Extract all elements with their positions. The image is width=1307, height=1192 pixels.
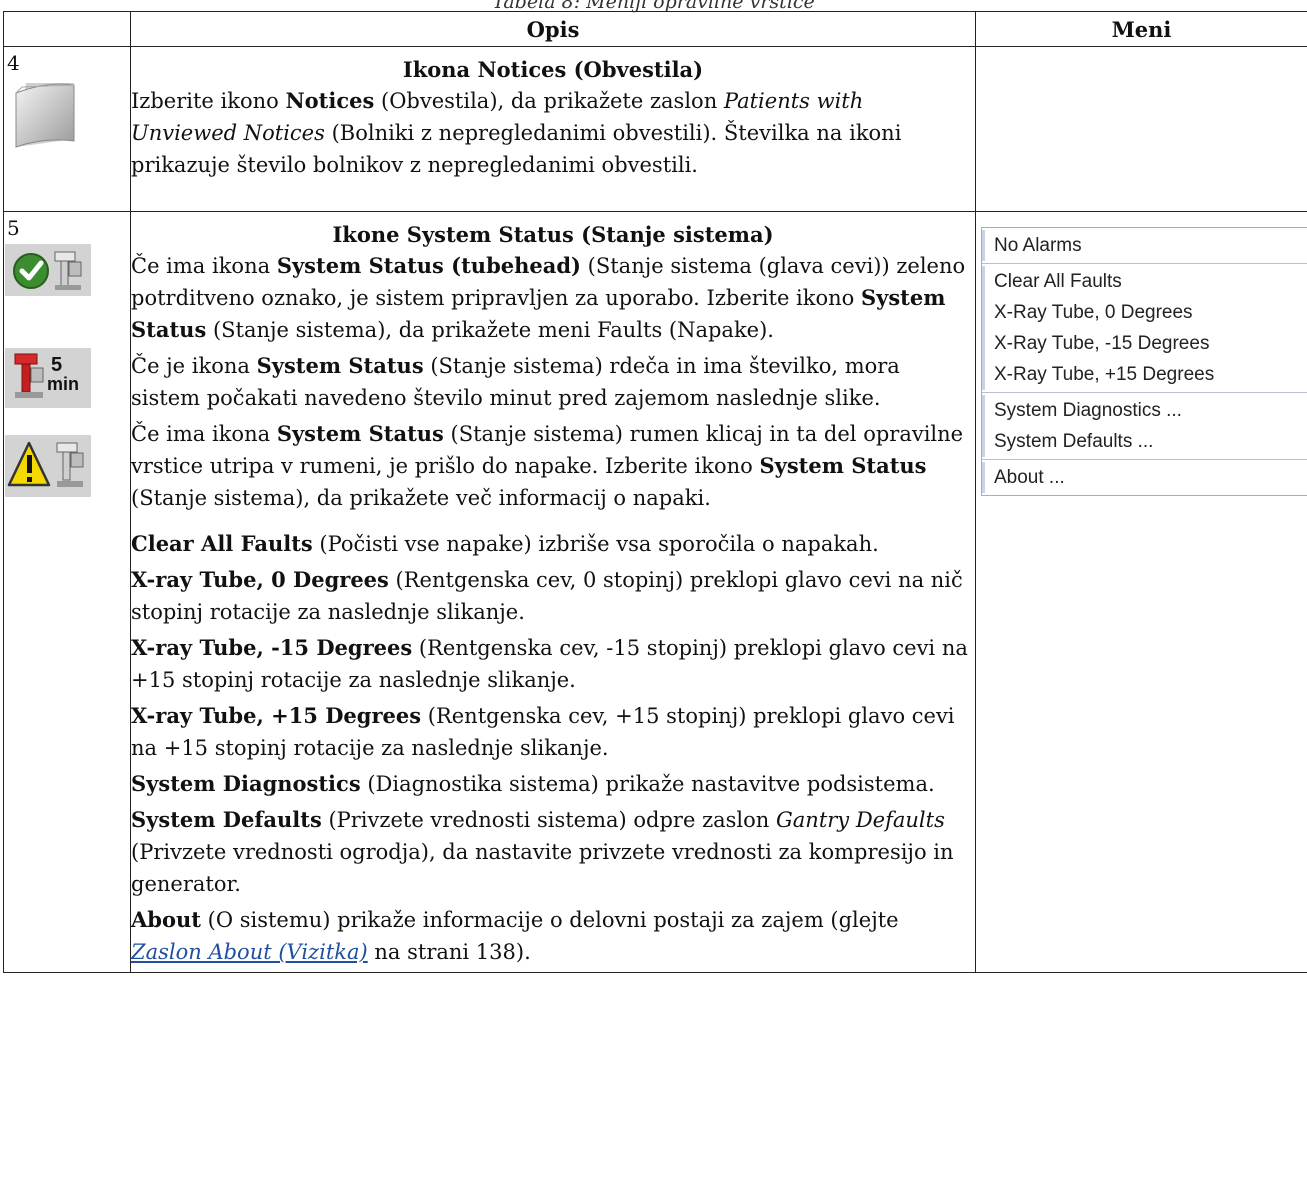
table-row-notices: 4 Ikona Notices (Obvestila) Izberite iko…: [3, 46, 1307, 212]
header-opis: Opis: [130, 11, 976, 47]
menu-item-no-alarms[interactable]: No Alarms: [982, 230, 1307, 261]
table-header-row: Opis Meni: [3, 11, 1307, 47]
row-number: 5: [7, 216, 20, 240]
faults-menu: No Alarms Clear All Faults X-Ray Tube, 0…: [981, 227, 1307, 496]
text-span: (Stanje sistema), da prikažete meni Faul…: [206, 318, 774, 342]
bold-label: System Status: [276, 421, 444, 446]
menu-item-about[interactable]: About ...: [982, 462, 1307, 493]
notices-text: Izberite ikono Notices (Obvestila), da p…: [131, 85, 975, 181]
text-span: na strani 138).: [367, 940, 531, 964]
menu-item-system-defaults[interactable]: System Defaults ...: [982, 426, 1307, 457]
status-ok-text: Če ima ikona System Status (tubehead) (S…: [131, 250, 975, 346]
text-span: Izberite ikono: [131, 89, 286, 113]
bold-label: Clear All Faults: [131, 531, 313, 556]
notices-title: Ikona Notices (Obvestila): [402, 57, 704, 82]
menu-item-xray-plus15[interactable]: X-Ray Tube, +15 Degrees: [982, 359, 1307, 390]
wait-badge-unit: min: [47, 374, 80, 394]
xray-minus15-text: X-ray Tube, -15 Degrees (Rentgenska cev,…: [131, 632, 975, 696]
menu-group-status: No Alarms: [982, 228, 1307, 264]
text-span: (Počisti vse napake) izbriše vsa sporoči…: [312, 532, 879, 556]
text-span: (Obvestila), da prikažete zaslon: [374, 89, 724, 113]
notices-notepad-icon: [15, 83, 75, 148]
menu-item-xray-minus15[interactable]: X-Ray Tube, -15 Degrees: [982, 328, 1307, 359]
bold-label: X-ray Tube, -15 Degrees: [131, 635, 413, 660]
bold-label: System Status (tubehead): [276, 253, 581, 278]
wait-icon-wrap: 5 min: [5, 348, 91, 408]
menu-group-tube: Clear All Faults X-Ray Tube, 0 Degrees X…: [982, 264, 1307, 393]
menu-item-system-diagnostics[interactable]: System Diagnostics ...: [982, 395, 1307, 426]
notices-menu-cell: [975, 46, 1307, 212]
bold-label: About: [131, 907, 201, 932]
system-status-title: Ikone System Status (Stanje sistema): [332, 222, 774, 247]
bold-label: System Status: [256, 353, 424, 378]
bold-label: System Status: [759, 453, 927, 478]
table-row-system-status: 5 5 min Ikone System Status (Stanje sist…: [3, 211, 1307, 973]
text-span: (O sistemu) prikaže informacije o delovn…: [200, 908, 899, 932]
notices-description: Ikona Notices (Obvestila) Izberite ikono…: [130, 46, 976, 212]
text-span: Če je ikona: [131, 354, 257, 378]
system-status-warning-icon: [5, 435, 91, 497]
bold-label: X-ray Tube, 0 Degrees: [131, 567, 389, 592]
about-screen-link[interactable]: Zaslon About (Vizitka): [131, 940, 368, 964]
header-meni: Meni: [975, 11, 1307, 47]
text-span: (Diagnostika sistema) prikaže nastavitve…: [360, 772, 935, 796]
menu-item-clear-all-faults[interactable]: Clear All Faults: [982, 266, 1307, 297]
xray-plus15-text: X-ray Tube, +15 Degrees (Rentgenska cev,…: [131, 700, 975, 764]
about-text: About (O sistemu) prikaže informacije o …: [131, 904, 975, 968]
row-number-cell: 4: [3, 46, 131, 212]
menu-group-about: About ...: [982, 460, 1307, 495]
system-diagnostics-text: System Diagnostics (Diagnostika sistema)…: [131, 768, 975, 800]
bold-label: Notices: [285, 88, 375, 113]
text-span: (Privzete vrednosti sistema) odpre zaslo…: [321, 808, 776, 832]
row-number: 4: [7, 51, 20, 75]
text-span: Če ima ikona: [131, 422, 277, 446]
faults-menu-cell: No Alarms Clear All Faults X-Ray Tube, 0…: [975, 211, 1307, 973]
xray-0-text: X-ray Tube, 0 Degrees (Rentgenska cev, 0…: [131, 564, 975, 628]
menu-item-xray-0[interactable]: X-Ray Tube, 0 Degrees: [982, 297, 1307, 328]
italic-label: Gantry Defaults: [776, 808, 945, 832]
status-wait-text: Če je ikona System Status (Stanje sistem…: [131, 350, 975, 414]
bold-label: X-ray Tube, +15 Degrees: [131, 703, 422, 728]
status-warning-text: Če ima ikona System Status (Stanje siste…: [131, 418, 975, 514]
text-span: (Privzete vrednosti ogrodja), da nastavi…: [131, 840, 954, 896]
system-defaults-text: System Defaults (Privzete vrednosti sist…: [131, 804, 975, 900]
system-status-description: Ikone System Status (Stanje sistema) Če …: [130, 211, 976, 973]
text-span: (Stanje sistema), da prikažete več infor…: [131, 486, 711, 510]
bold-label: System Defaults: [131, 807, 322, 832]
header-blank: [3, 11, 131, 47]
menu-group-system: System Diagnostics ... System Defaults .…: [982, 393, 1307, 460]
bold-label: System Diagnostics: [131, 771, 361, 796]
text-span: Če ima ikona: [131, 254, 277, 278]
system-status-ok-icon: [5, 244, 91, 296]
taskbar-menus-table: Opis Meni 4 Ikona Notices (Obvestila) Iz…: [3, 11, 1307, 973]
clear-all-faults-text: Clear All Faults (Počisti vse napake) iz…: [131, 528, 975, 560]
row-number-cell: 5 5 min: [3, 211, 131, 973]
